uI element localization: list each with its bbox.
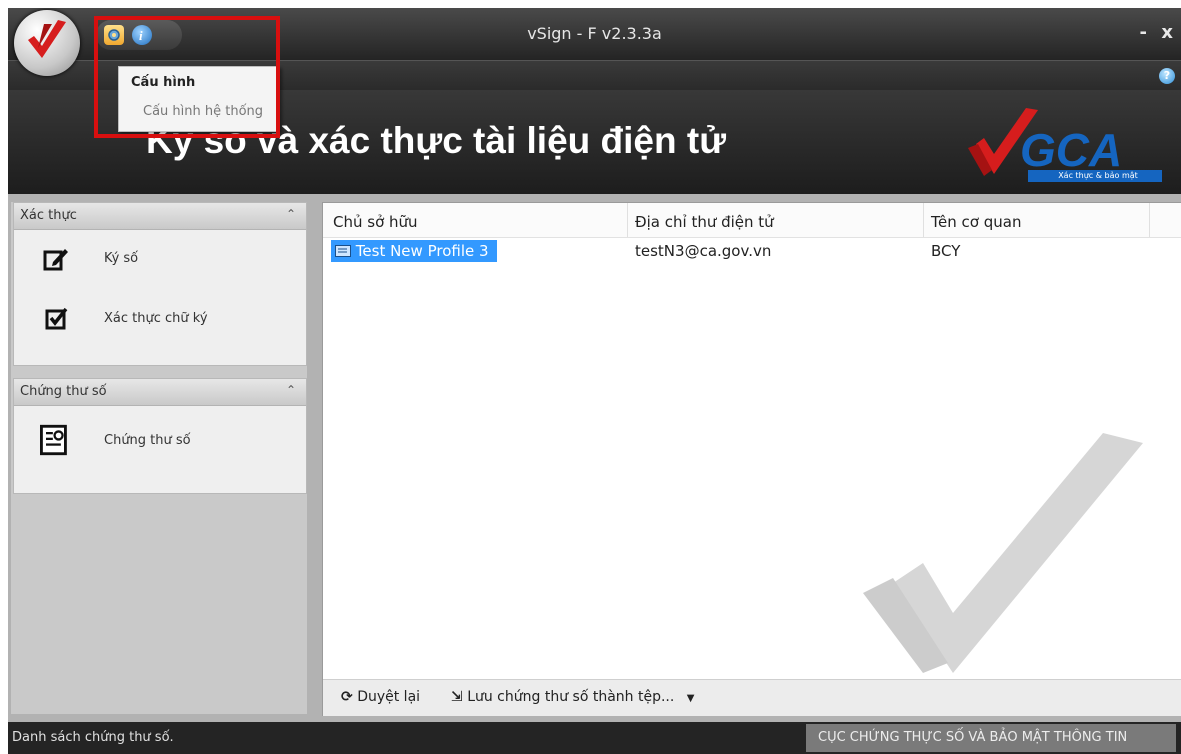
close-button[interactable]: x [1161, 22, 1173, 43]
status-bar: Danh sách chứng thư số. CỤC CHỨNG THỰC S… [8, 722, 1181, 754]
dropdown-arrow-icon[interactable]: ▼ [687, 693, 695, 704]
table-header: Chủ sở hữu Địa chỉ thư điện tử Tên cơ qu… [323, 203, 1181, 238]
group-header[interactable]: Xác thực ⌃ [14, 203, 306, 230]
minimize-button[interactable]: - [1140, 22, 1147, 43]
save-label: Lưu chứng thư số thành tệp... [467, 689, 675, 705]
list-toolbar: ⟳ Duyệt lại ⇲ Lưu chứng thư số thành tệp… [323, 679, 1181, 716]
sidebar-item-label: Chứng thư số [104, 433, 191, 448]
owner-name: Test New Profile 3 [355, 242, 489, 260]
export-icon: ⇲ [451, 689, 463, 705]
cell-org: BCY [931, 242, 961, 260]
sidebar-item-verify-signature[interactable]: Xác thực chữ ký [14, 299, 304, 339]
collapse-icon[interactable]: ⌃ [286, 207, 296, 221]
svg-text:GCA: GCA [1020, 124, 1122, 176]
group-title: Chứng thư số [20, 384, 107, 399]
group-title: Xác thực [20, 208, 77, 223]
app-logo[interactable] [14, 10, 80, 76]
column-separator[interactable] [923, 203, 924, 237]
sign-icon [43, 249, 68, 271]
certificate-row-icon [335, 245, 351, 257]
refresh-button[interactable]: ⟳ Duyệt lại [341, 689, 420, 705]
organization-label: CỤC CHỨNG THỰC SỐ VÀ BẢO MẬT THÔNG TIN [806, 724, 1176, 752]
sidebar-item-label: Xác thực chữ ký [104, 311, 208, 326]
sidebar-item-certificate[interactable]: Chứng thư số [14, 421, 304, 461]
column-header-owner[interactable]: Chủ sở hữu [333, 213, 418, 231]
help-icon[interactable]: ? [1159, 68, 1175, 84]
verify-icon [45, 307, 68, 330]
sidebar-group-certificates: Chứng thư số ⌃ Chứng thư số [13, 378, 307, 494]
certificate-icon [40, 424, 67, 456]
gca-logo: GCA Xác thực & bảo mật [958, 104, 1170, 186]
table-row[interactable]: Test New Profile 3 testN3@ca.gov.vn BCY [323, 239, 1181, 263]
save-certificate-button[interactable]: ⇲ Lưu chứng thư số thành tệp... ▼ [451, 689, 694, 705]
sidebar: Xác thực ⌃ Ký số Xác thực chữ ký Chứng t… [11, 202, 307, 714]
refresh-icon: ⟳ [341, 689, 353, 705]
column-header-email[interactable]: Địa chỉ thư điện tử [635, 213, 774, 231]
cell-owner-selected[interactable]: Test New Profile 3 [331, 240, 497, 262]
status-text: Danh sách chứng thư số. [12, 730, 174, 745]
refresh-label: Duyệt lại [357, 689, 421, 705]
cell-email: testN3@ca.gov.vn [635, 242, 772, 260]
content-frame: Xác thực ⌃ Ký số Xác thực chữ ký Chứng t… [8, 194, 1181, 722]
group-header[interactable]: Chứng thư số ⌃ [14, 379, 306, 406]
highlight-box [94, 16, 280, 138]
certificate-list-panel: Chủ sở hữu Địa chỉ thư điện tử Tên cơ qu… [322, 202, 1181, 716]
sidebar-item-label: Ký số [104, 251, 139, 266]
app-logo-mark-icon [28, 20, 66, 58]
sidebar-group-verify: Xác thực ⌃ Ký số Xác thực chữ ký [13, 202, 307, 366]
watermark-logo-icon [863, 433, 1143, 673]
sidebar-item-sign[interactable]: Ký số [14, 239, 304, 279]
app-window: vSign - F v2.3.3a - x ? i Ký số và xác t… [8, 8, 1181, 754]
column-separator[interactable] [627, 203, 628, 237]
column-header-org[interactable]: Tên cơ quan [931, 213, 1021, 231]
column-separator[interactable] [1149, 203, 1150, 237]
collapse-icon[interactable]: ⌃ [286, 383, 296, 397]
logo-tagline: Xác thực & bảo mật [1058, 171, 1138, 180]
